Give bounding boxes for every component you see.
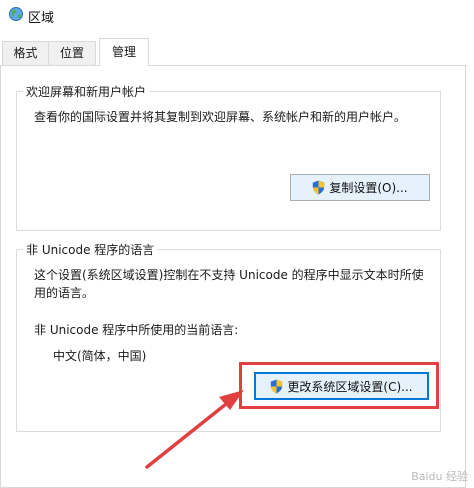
tab-administrative[interactable]: 管理 xyxy=(99,38,149,66)
change-system-locale-button[interactable]: 更改系统区域设置(C)... xyxy=(254,372,429,400)
globe-icon xyxy=(9,7,23,21)
region-dialog: 区域 格式 位置 管理 欢迎屏幕和新用户帐户 查看你的国际设置并将其复制到欢迎屏… xyxy=(0,0,474,488)
non-unicode-description-line2: 用的语言。 xyxy=(34,286,95,300)
current-language-value: 中文(简体，中国) xyxy=(53,349,147,363)
copy-settings-button[interactable]: 复制设置(O)... xyxy=(290,174,430,201)
administrative-pane: 欢迎屏幕和新用户帐户 查看你的国际设置并将其复制到欢迎屏幕、系统帐户和新的用户帐… xyxy=(0,65,466,488)
title-bar: 区域 xyxy=(0,0,474,30)
welcome-description: 查看你的国际设置并将其复制到欢迎屏幕、系统帐户和新的用户帐户。 xyxy=(34,110,407,124)
window-title: 区域 xyxy=(28,11,55,26)
welcome-screen-group: 欢迎屏幕和新用户帐户 查看你的国际设置并将其复制到欢迎屏幕、系统帐户和新的用户帐… xyxy=(16,83,441,231)
non-unicode-description-line1: 这个设置(系统区域设置)控制在不支持 Unicode 的程序中显示文本时所使 xyxy=(34,268,424,282)
tab-location[interactable]: 位置 xyxy=(48,41,96,65)
non-unicode-group: 非 Unicode 程序的语言 这个设置(系统区域设置)控制在不支持 Unico… xyxy=(16,241,441,432)
uac-shield-icon xyxy=(271,379,283,393)
welcome-group-title: 欢迎屏幕和新用户帐户 xyxy=(23,83,150,100)
change-system-locale-label: 更改系统区域设置(C)... xyxy=(287,379,413,394)
baidu-watermark: Baidu 经验 xyxy=(411,470,468,483)
tab-format[interactable]: 格式 xyxy=(2,41,49,65)
tab-strip: 格式 位置 管理 xyxy=(0,38,474,66)
uac-shield-icon xyxy=(313,180,325,195)
current-language-label: 非 Unicode 程序中所使用的当前语言: xyxy=(34,323,239,337)
non-unicode-group-title: 非 Unicode 程序的语言 xyxy=(23,241,158,258)
copy-settings-label: 复制设置(O)... xyxy=(329,181,408,195)
